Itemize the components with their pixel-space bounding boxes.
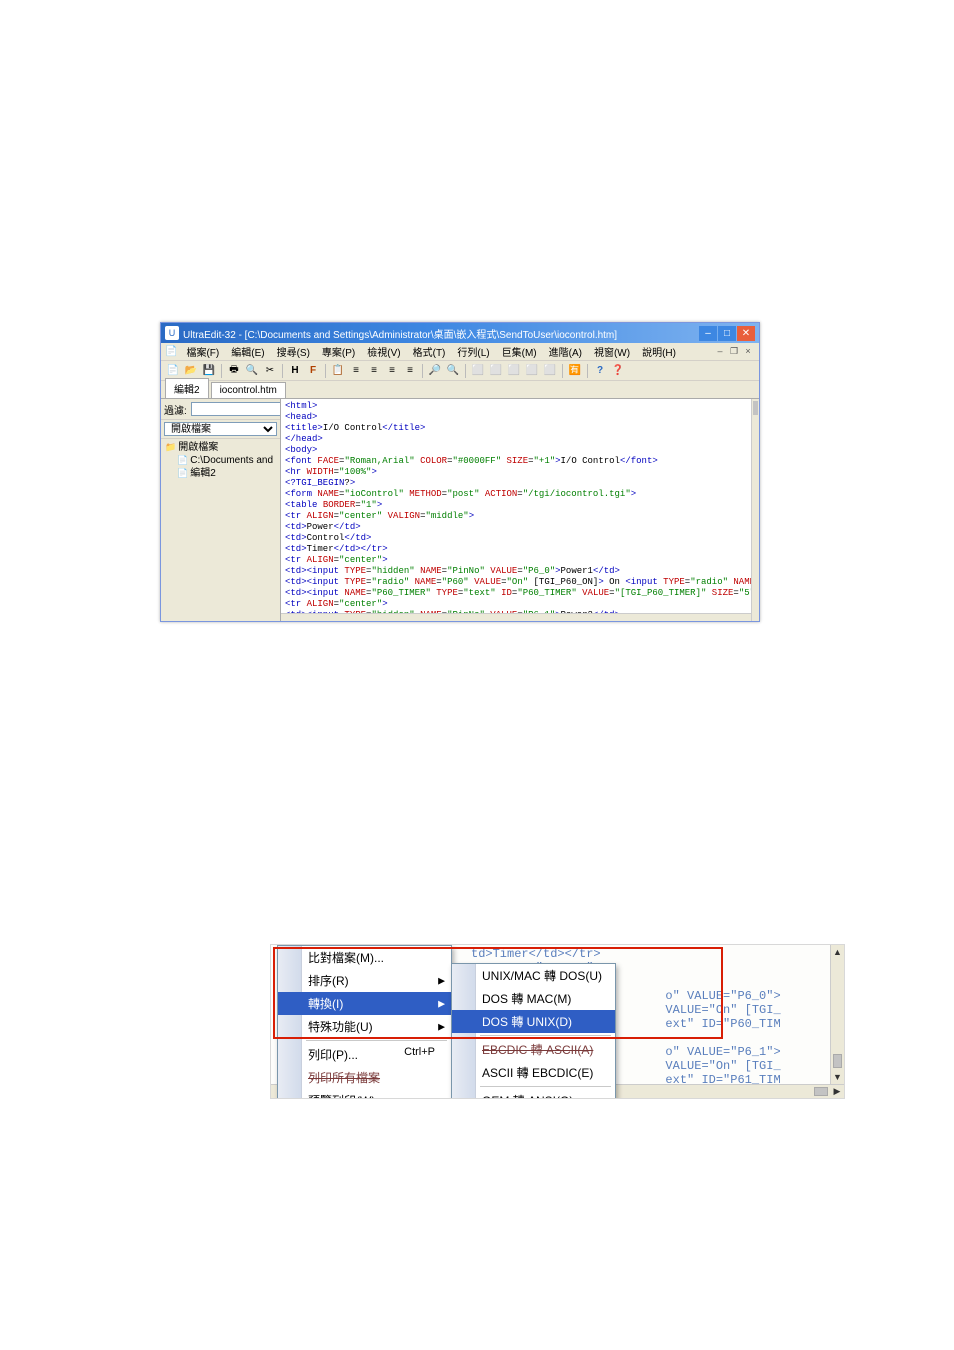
menu-macro[interactable]: 巨集(M) xyxy=(499,343,540,360)
window-tile-v-icon[interactable]: ⬜ xyxy=(506,363,522,379)
open-files-select[interactable]: 開啟檔案 xyxy=(164,422,277,436)
file-tree-panel: 過濾: 重整(R) 開啟檔案 開啟檔案 C:\Documents and Set… xyxy=(161,399,281,621)
menu-column[interactable]: 行列(L) xyxy=(454,343,492,360)
submenu-arrow-icon: ▶ xyxy=(438,998,445,1009)
submenu-arrow-icon: ▶ xyxy=(438,975,445,986)
align-center-icon[interactable]: ≡ xyxy=(366,363,382,379)
window-arrange-icon[interactable]: ⬜ xyxy=(542,363,558,379)
window-title: UltraEdit-32 - [C:\Documents and Setting… xyxy=(183,326,699,341)
window-cascade-icon[interactable]: ⬜ xyxy=(470,363,486,379)
context-menu-item[interactable]: 列印所有檔案 xyxy=(278,1066,451,1089)
window-tile-h-icon[interactable]: ⬜ xyxy=(488,363,504,379)
submenu-item[interactable]: EBCDIC 轉 ASCII(A) xyxy=(452,1038,615,1061)
menu-help[interactable]: 說明(H) xyxy=(639,343,679,360)
find-next-icon[interactable]: 🔍 xyxy=(445,363,461,379)
mdi-restore-button[interactable]: ❐ xyxy=(727,346,741,358)
minimize-button[interactable]: – xyxy=(699,326,717,341)
menu-screenshot: td>Timer</td></tr> tr ALIGN="center"> o"… xyxy=(270,944,845,1099)
context-help-icon[interactable]: ❓ xyxy=(610,363,626,379)
submenu-item[interactable]: DOS 轉 MAC(M) xyxy=(452,987,615,1010)
menubar: 📄 檔案(F) 編輯(E) 搜尋(S) 專案(P) 檢視(V) 格式(T) 行列… xyxy=(161,343,759,361)
align-right-icon[interactable]: ≡ xyxy=(384,363,400,379)
ultraedit-window: U UltraEdit-32 - [C:\Documents and Setti… xyxy=(160,322,760,622)
scroll-right-icon[interactable]: ▶ xyxy=(830,1085,844,1098)
submenu-arrow-icon: ▶ xyxy=(438,1021,445,1032)
convert-submenu: UNIX/MAC 轉 DOS(U)DOS 轉 MAC(M)DOS 轉 UNIX(… xyxy=(451,963,616,1099)
menu-edit[interactable]: 編輯(E) xyxy=(228,343,267,360)
context-menu-item[interactable]: 轉換(I)▶ xyxy=(278,992,451,1015)
submenu-item[interactable]: DOS 轉 UNIX(D) xyxy=(452,1010,615,1033)
folder-icon xyxy=(165,442,178,453)
menu-advanced[interactable]: 進階(A) xyxy=(546,343,585,360)
function-list-icon[interactable]: F xyxy=(305,363,321,379)
save-icon[interactable]: 💾 xyxy=(201,363,217,379)
editor-vertical-scroll[interactable] xyxy=(751,399,759,621)
filter-label: 過濾: xyxy=(164,402,187,417)
print-preview-icon[interactable]: 🔍 xyxy=(244,363,260,379)
app-icon: U xyxy=(165,326,179,340)
cut-icon[interactable]: ✂ xyxy=(262,363,278,379)
new-file-icon[interactable]: 📄 xyxy=(165,363,181,379)
print-icon[interactable]: 🖶 xyxy=(226,363,242,379)
context-menu-item[interactable]: 排序(R)▶ xyxy=(278,969,451,992)
align-left-icon[interactable]: ≡ xyxy=(348,363,364,379)
submenu-item[interactable]: UNIX/MAC 轉 DOS(U) xyxy=(452,964,615,987)
tab-iocontrol[interactable]: iocontrol.htm xyxy=(211,382,286,398)
code-editor[interactable]: <html><head><title>I/O Control</title></… xyxy=(281,399,759,621)
close-button[interactable]: ✕ xyxy=(737,326,755,341)
context-menu: 比對檔案(M)...排序(R)▶轉換(I)▶特殊功能(U)▶ 列印(P)...Ct… xyxy=(277,945,452,1099)
scroll-up-icon[interactable]: ▲ xyxy=(831,945,844,959)
context-menu-item[interactable]: 比對檔案(M)... xyxy=(278,946,451,969)
clipboard-icon[interactable]: 📋 xyxy=(330,363,346,379)
menu-format[interactable]: 格式(T) xyxy=(410,343,449,360)
submenu-item[interactable]: OEM 轉 ANSI(O) xyxy=(452,1089,615,1099)
menu-window[interactable]: 視窗(W) xyxy=(591,343,633,360)
file-icon xyxy=(177,468,190,479)
scroll-down-icon[interactable]: ▼ xyxy=(831,1070,844,1084)
maximize-button[interactable]: □ xyxy=(718,326,736,341)
help-icon[interactable]: ? xyxy=(592,363,608,379)
align-justify-icon[interactable]: ≡ xyxy=(402,363,418,379)
filter-input[interactable] xyxy=(191,402,281,416)
document-tabbar: 編輯2 iocontrol.htm xyxy=(161,381,759,399)
tab-edit2[interactable]: 編輯2 xyxy=(165,378,209,398)
window-split-icon[interactable]: ⬜ xyxy=(524,363,540,379)
menu-search[interactable]: 搜尋(S) xyxy=(274,343,313,360)
vertical-scrollbar[interactable]: ▲ ▼ xyxy=(830,945,844,1084)
context-menu-item[interactable]: 列印(P)...Ctrl+P xyxy=(278,1043,451,1066)
submenu-item[interactable]: ASCII 轉 EBCDIC(E) xyxy=(452,1061,615,1084)
open-file-icon[interactable]: 📂 xyxy=(183,363,199,379)
find-icon[interactable]: 🔎 xyxy=(427,363,443,379)
context-menu-item[interactable]: 特殊功能(U)▶ xyxy=(278,1015,451,1038)
file-tree[interactable]: 開啟檔案 C:\Documents and Settings\A 編輯2 xyxy=(161,439,280,482)
menu-view[interactable]: 檢視(V) xyxy=(364,343,403,360)
editor-horizontal-scroll[interactable] xyxy=(281,613,751,621)
file-icon xyxy=(177,455,190,466)
mdi-icon: 📄 xyxy=(165,346,177,357)
context-menu-item[interactable]: 預覽列印(W) xyxy=(278,1089,451,1099)
menu-file[interactable]: 檔案(F) xyxy=(183,343,222,360)
lang-toggle-icon[interactable]: 🈶 xyxy=(567,363,583,379)
titlebar[interactable]: U UltraEdit-32 - [C:\Documents and Setti… xyxy=(161,323,759,343)
menu-project[interactable]: 專案(P) xyxy=(319,343,358,360)
hex-mode-icon[interactable]: H xyxy=(287,363,303,379)
toolbar: 📄 📂 💾 🖶 🔍 ✂ H F 📋 ≡ ≡ ≡ ≡ 🔎 🔍 ⬜ ⬜ ⬜ ⬜ ⬜ … xyxy=(161,361,759,381)
mdi-minimize-button[interactable]: – xyxy=(713,346,727,358)
mdi-close-button[interactable]: × xyxy=(741,346,755,358)
